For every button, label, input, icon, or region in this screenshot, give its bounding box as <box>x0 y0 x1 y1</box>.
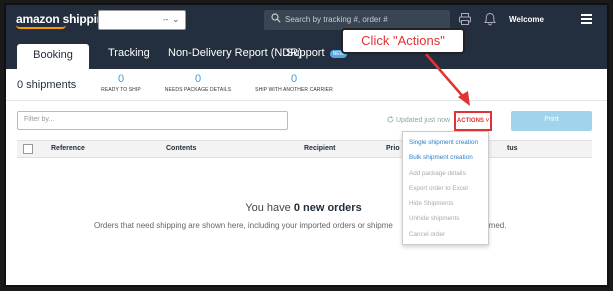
stat-ship-with-another-carrier[interactable]: 0 SHIP WITH ANOTHER CARRIER <box>254 73 334 93</box>
actions-button[interactable]: ACTIONS ˅ <box>454 111 492 131</box>
column-priority[interactable]: Prio <box>386 145 400 152</box>
menu-item-export-order-to-excel[interactable]: Export order to Excel <box>403 182 488 197</box>
welcome-text[interactable]: Welcome <box>509 15 544 24</box>
search-input[interactable]: Search by tracking #, order # <box>264 10 450 30</box>
chevron-down-icon: ⌄ <box>172 14 180 24</box>
table-header: Reference Contents Recipient Prio tus <box>17 140 592 158</box>
printer-icon[interactable] <box>458 12 472 26</box>
search-icon <box>271 13 281 23</box>
filter-input[interactable]: Filter by... <box>17 111 288 130</box>
filter-placeholder: Filter by... <box>24 116 55 123</box>
print-button[interactable]: Print <box>511 111 592 131</box>
stat-label: READY TO SHIP <box>101 87 141 93</box>
select-all-checkbox[interactable] <box>23 144 33 154</box>
stat-ready-to-ship[interactable]: 0 READY TO SHIP <box>101 73 141 93</box>
empty-state-prefix: You have <box>245 202 294 214</box>
stat-label: NEEDS PACKAGE DETAILS <box>164 87 232 93</box>
empty-state-title: You have 0 new orders <box>6 202 601 214</box>
menu-icon[interactable] <box>581 14 592 24</box>
refresh-icon <box>387 116 394 123</box>
amazon-shipping-logo[interactable]: amazon shipping <box>16 12 112 29</box>
app-window: amazon shipping -- ⌄ Search by tracking … <box>4 3 609 287</box>
updated-text: Updated just now <box>395 117 451 124</box>
empty-state-description-tail: rmed. <box>486 221 507 230</box>
column-contents[interactable]: Contents <box>166 145 196 152</box>
tab-bar: Booking Tracking Non-Delivery Report (ND… <box>6 35 607 70</box>
account-selector-value: -- <box>163 15 169 24</box>
empty-state-description: Orders that need shipping are shown here… <box>94 221 393 230</box>
shipment-summary: 0 shipments 0 READY TO SHIP 0 NEEDS PACK… <box>6 69 607 101</box>
menu-item-single-shipment-creation[interactable]: Single shipment creation <box>403 136 488 151</box>
search-placeholder: Search by tracking #, order # <box>285 15 388 24</box>
actions-label: ACTIONS <box>456 118 484 124</box>
menu-item-bulk-shipment-creation[interactable]: Bulk shipment creation <box>403 151 488 166</box>
shipment-count: 0 shipments <box>17 79 77 91</box>
menu-item-unhide-shipments[interactable]: Unhide shipments <box>403 212 488 227</box>
tab-non-delivery-report[interactable]: Non-Delivery Report (NDR) <box>168 47 302 59</box>
stat-value: 0 <box>194 73 202 85</box>
menu-item-add-package-details[interactable]: Add package details <box>403 167 488 182</box>
top-navigation-bar: amazon shipping -- ⌄ Search by tracking … <box>6 5 607 35</box>
annotation-callout: Click "Actions" <box>341 28 465 54</box>
stat-value: 0 <box>117 73 125 85</box>
tab-tracking[interactable]: Tracking <box>108 47 150 59</box>
tab-support[interactable]: Support NEW <box>286 47 348 59</box>
tab-booking[interactable]: Booking <box>17 44 89 70</box>
menu-item-cancel-order[interactable]: Cancel order <box>403 228 488 243</box>
refresh-status[interactable]: Updated just now <box>387 116 450 124</box>
smile-icon <box>16 25 66 29</box>
empty-state-count: 0 new orders <box>293 202 362 214</box>
column-recipient[interactable]: Recipient <box>304 145 336 152</box>
account-selector[interactable]: -- ⌄ <box>98 10 186 30</box>
stat-value: 0 <box>290 73 298 85</box>
actions-dropdown-menu: Single shipment creation Bulk shipment c… <box>402 131 489 245</box>
bell-icon[interactable] <box>483 12 497 26</box>
tab-support-label: Support <box>286 47 325 59</box>
stat-label: SHIP WITH ANOTHER CARRIER <box>255 87 333 93</box>
chevron-down-icon: ˅ <box>483 118 490 124</box>
menu-item-hide-shipments[interactable]: Hide Shipments <box>403 197 488 212</box>
column-status[interactable]: tus <box>507 145 518 152</box>
logo-text: amazon shipping <box>16 12 112 26</box>
stat-needs-package-details[interactable]: 0 NEEDS PACKAGE DETAILS <box>163 73 233 93</box>
column-reference[interactable]: Reference <box>51 145 85 152</box>
